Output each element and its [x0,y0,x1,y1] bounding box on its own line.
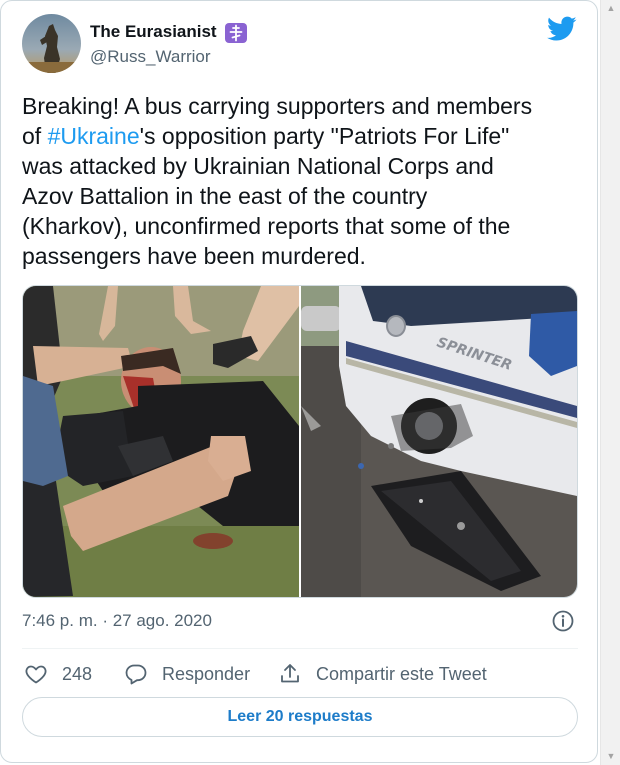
tweet-text-segment: Breaking! A bus carrying supporters and … [22,93,533,119]
orthodox-cross-icon [225,23,247,43]
share-button[interactable]: Compartir este Tweet [278,660,487,688]
info-icon[interactable] [551,609,575,633]
divider [22,648,578,649]
share-label: Compartir este Tweet [316,663,487,684]
read-replies-label: Leer 20 respuestas [227,708,373,725]
vertical-scrollbar[interactable]: ▲ ▼ [600,0,620,765]
tweet-text-segment: passengers have been murdered. [22,243,366,269]
share-icon [281,664,299,683]
reply-button[interactable]: Responder [124,660,250,688]
author-handle[interactable]: @Russ_Warrior [90,47,211,67]
reply-bubble-icon [125,664,147,685]
tweet-text-line: Azov Battalion in the east of the countr… [22,181,582,211]
like-count: 248 [62,663,93,684]
tweet-text-line: was attacked by Ukrainian National Corps… [22,151,582,181]
avatar[interactable] [22,14,81,73]
damaged-bus-photo[interactable]: SPRINTER [301,286,577,597]
tweet-text-segment: was attacked by Ukrainian National Corps… [22,153,494,179]
reply-label: Responder [162,663,251,684]
tweet-text-line: (Kharkov), unconfirmed reports that some… [22,211,582,241]
tweet-text-segment: of [22,123,48,149]
tweet-text-line: Breaking! A bus carrying supporters and … [22,91,582,121]
scroll-down-arrow-icon[interactable]: ▼ [601,748,620,765]
author-display-name[interactable]: The Eurasianist [90,22,217,42]
like-button[interactable]: 248 [24,660,92,688]
tweet-text-segment: 's opposition party "Patriots For Life" [139,123,510,149]
tweet-text-segment: Azov Battalion in the east of the countr… [22,183,428,209]
scroll-up-arrow-icon[interactable]: ▲ [601,0,620,17]
injured-man-photo[interactable] [23,286,299,597]
tweet-text-segment: (Kharkov), unconfirmed reports that some… [22,213,511,239]
twitter-bird-icon[interactable] [547,16,577,42]
tweet-text-line: of #Ukraine's opposition party "Patriots… [22,121,582,151]
read-replies-button[interactable]: Leer 20 respuestas [22,697,578,737]
tweet-timestamp[interactable]: 7:46 p. m. · 27 ago. 2020 [22,611,212,631]
tweet-text-line: passengers have been murdered. [22,241,582,271]
tweet-text: Breaking! A bus carrying supporters and … [22,91,582,271]
media-grid: SPRINTER [22,285,578,598]
heart-icon [25,665,47,684]
hashtag-link[interactable]: #Ukraine [48,123,140,149]
